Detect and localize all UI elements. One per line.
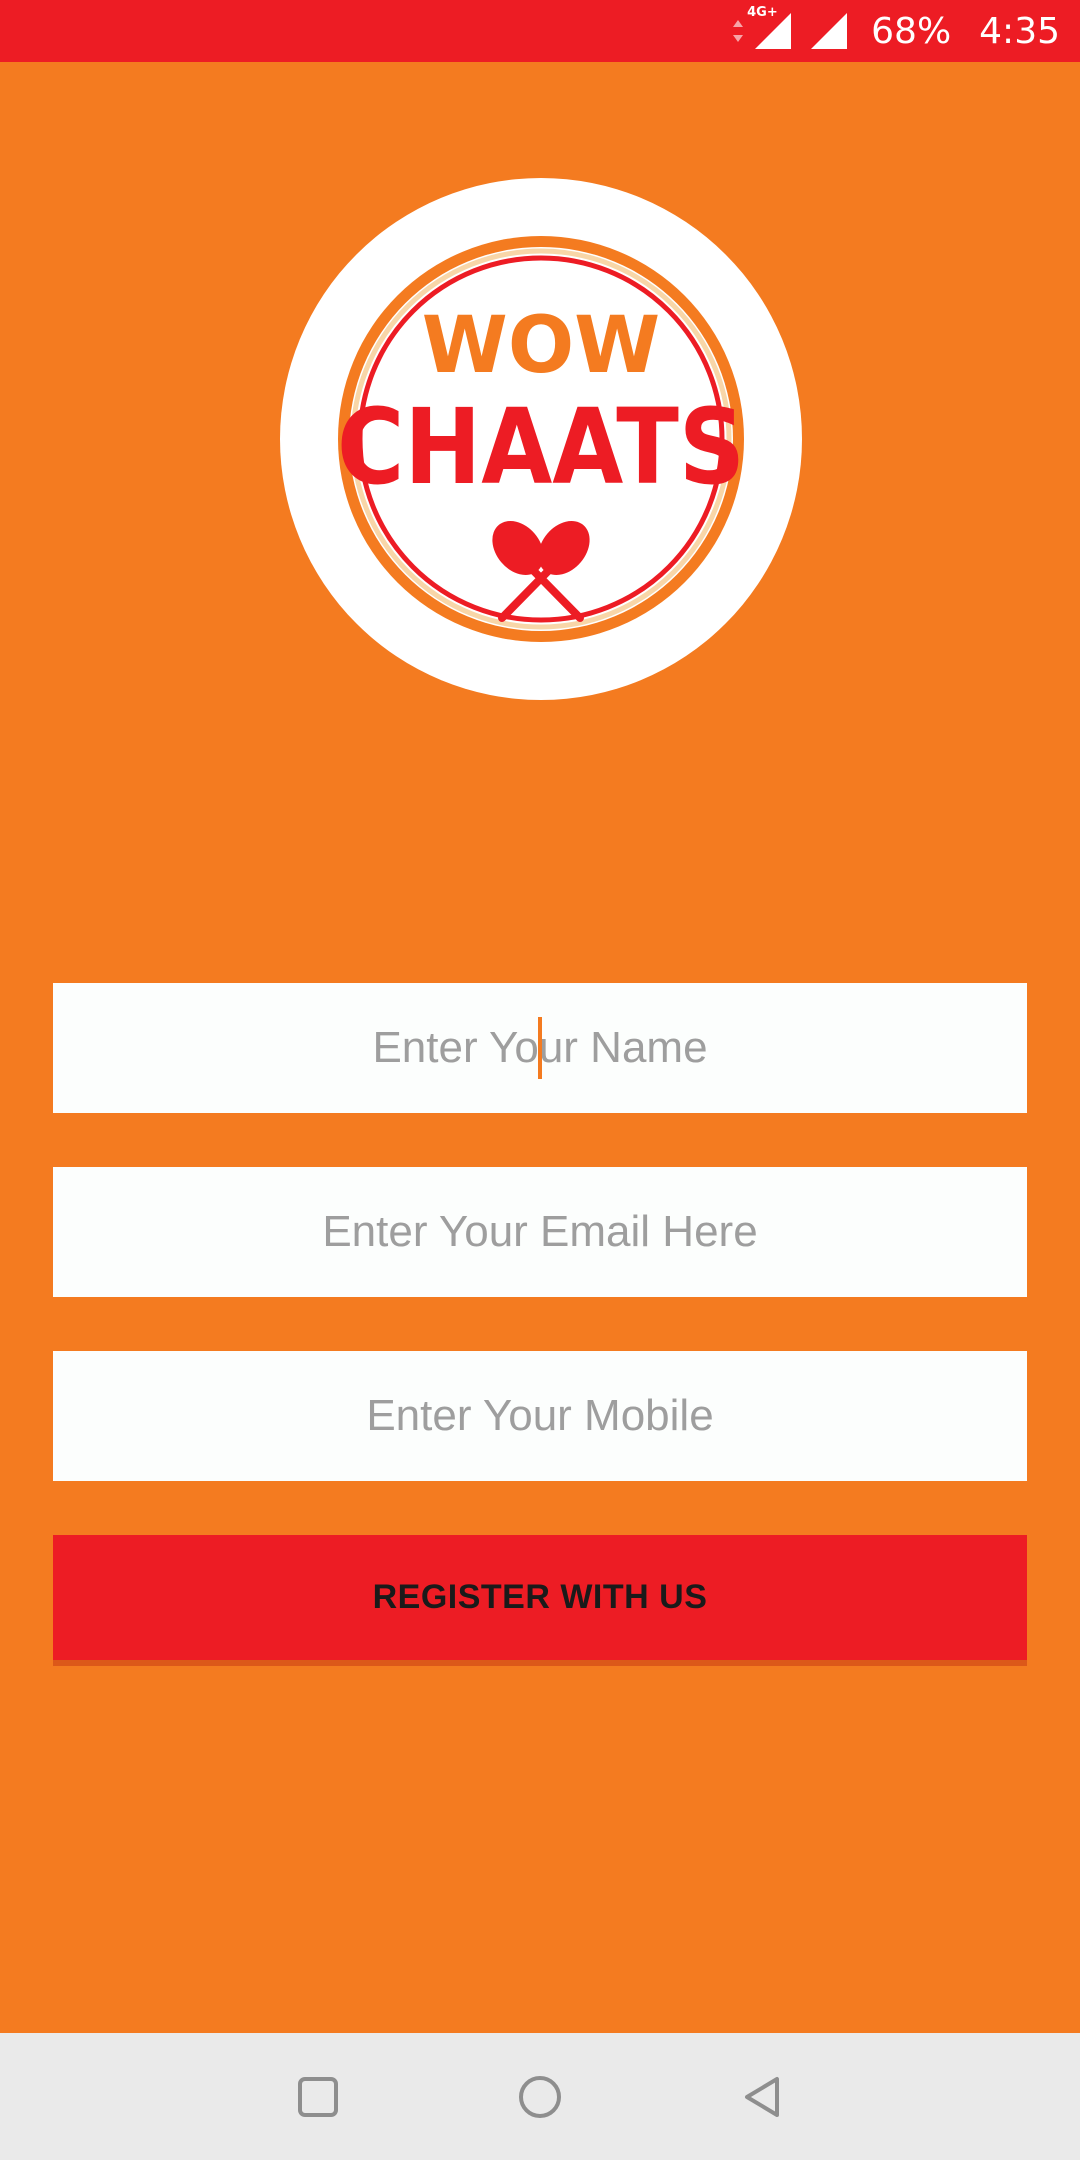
system-nav-bar bbox=[0, 2033, 1080, 2160]
text-cursor bbox=[538, 1017, 542, 1079]
recent-apps-icon[interactable] bbox=[290, 2069, 346, 2125]
battery-percentage: 68% bbox=[871, 10, 952, 52]
mobile-field[interactable]: Enter Your Mobile bbox=[53, 1351, 1027, 1481]
mobile-placeholder: Enter Your Mobile bbox=[366, 1391, 714, 1440]
status-bar: 4G+ 68% 4:35 bbox=[0, 0, 1080, 62]
register-screen: 4G+ 68% 4:35 WOW CHAATS Enter Your Name … bbox=[0, 0, 1080, 2160]
signal-icon bbox=[807, 9, 851, 53]
wow-chaats-logo: WOW CHAATS bbox=[280, 178, 802, 700]
email-placeholder: Enter Your Email Here bbox=[322, 1207, 758, 1256]
email-field[interactable]: Enter Your Email Here bbox=[53, 1167, 1027, 1297]
register-button-label: REGISTER WITH US bbox=[372, 1578, 708, 1616]
clock-time: 4:35 bbox=[979, 10, 1060, 52]
back-icon[interactable] bbox=[735, 2069, 791, 2125]
home-icon[interactable] bbox=[512, 2069, 568, 2125]
data-arrows-icon bbox=[731, 16, 745, 46]
signal-4g-icon: 4G+ bbox=[747, 5, 795, 53]
logo-text-chaats: CHAATS bbox=[337, 386, 745, 508]
name-field[interactable]: Enter Your Name bbox=[53, 983, 1027, 1113]
logo-text-wow: WOW bbox=[422, 301, 660, 391]
register-button[interactable]: REGISTER WITH US bbox=[53, 1535, 1027, 1660]
